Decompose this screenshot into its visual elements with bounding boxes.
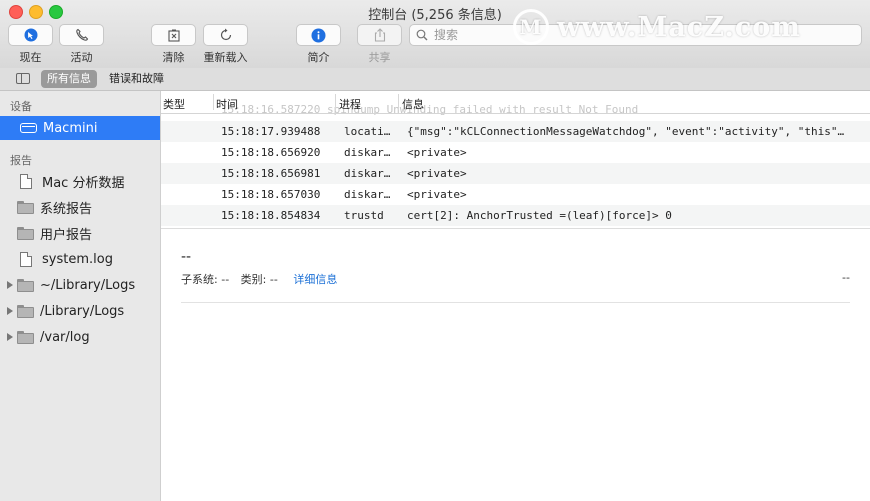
category-label: 类别: bbox=[240, 273, 267, 286]
reload-icon bbox=[220, 28, 231, 41]
document-icon bbox=[20, 251, 32, 267]
now-button[interactable] bbox=[8, 24, 53, 46]
detail-meta: 子系统: -- 类别: -- 详细信息 bbox=[181, 271, 337, 287]
share-button[interactable] bbox=[357, 24, 402, 46]
watermark-text: www.MacZ.com bbox=[557, 11, 801, 43]
filter-bar: 所有信息 错误和故障 bbox=[0, 68, 870, 91]
reload-label: 重新载入 bbox=[203, 51, 248, 64]
reload-button[interactable] bbox=[203, 24, 248, 46]
split-divider[interactable] bbox=[161, 228, 870, 229]
now-toolbar-item: 现在 bbox=[8, 24, 53, 65]
share-icon bbox=[374, 28, 385, 42]
row-time: 15:18:18.854834 bbox=[221, 209, 321, 222]
sidebar-item-system-log[interactable]: system.log bbox=[0, 247, 160, 271]
row-time: 15:18:18.656981 bbox=[221, 167, 321, 180]
sidebar-item-label: system.log bbox=[42, 251, 113, 267]
disclosure-triangle-icon[interactable] bbox=[7, 281, 13, 289]
table-row[interactable]: 15:18:18.657030 diskar… <private> bbox=[161, 184, 870, 205]
sidebar-item-var-log[interactable]: /var/log bbox=[0, 325, 160, 349]
disk-icon bbox=[20, 123, 37, 133]
activity-label: 活动 bbox=[70, 51, 93, 64]
document-icon bbox=[20, 173, 32, 189]
sidebar-item-mac-analytics[interactable]: Mac 分析数据 bbox=[0, 169, 160, 193]
row-message: {"msg":"kCLConnectionMessageWatchdog", "… bbox=[407, 125, 845, 138]
subsystem-value: -- bbox=[221, 273, 230, 286]
sidebar-item-macmini[interactable]: Macmini bbox=[0, 116, 160, 140]
devices-header: 设备 bbox=[10, 100, 32, 113]
folder-icon bbox=[17, 304, 34, 318]
sidebar-item-user-reports[interactable]: 用户报告 bbox=[0, 221, 160, 245]
column-process[interactable]: 进程 bbox=[339, 96, 361, 112]
subsystem-label: 子系统: bbox=[181, 273, 218, 286]
detail-title: -- bbox=[181, 249, 192, 265]
title-bar: 控制台 (5,256 条信息) 现在 活动 清除 重新载入 简介 共享 搜索 M… bbox=[0, 0, 870, 69]
folder-icon bbox=[17, 278, 34, 292]
row-message: <private> bbox=[407, 146, 467, 159]
table-row[interactable]: 15:18:18.656981 diskar… <private> bbox=[161, 163, 870, 184]
column-type[interactable]: 类型 bbox=[163, 96, 185, 112]
sidebar-item-library-logs[interactable]: /Library/Logs bbox=[0, 299, 160, 323]
share-toolbar-item: 共享 bbox=[357, 24, 402, 65]
sidebar-item-label: 系统报告 bbox=[40, 201, 93, 217]
activity-toolbar-item: 活动 bbox=[59, 24, 104, 65]
row-time: 15:18:17.939488 bbox=[221, 125, 321, 138]
disclosure-triangle-icon[interactable] bbox=[7, 333, 13, 341]
clear-button[interactable] bbox=[151, 24, 196, 46]
details-link[interactable]: 详细信息 bbox=[293, 273, 337, 286]
now-icon bbox=[24, 28, 37, 42]
info-toolbar-item: 简介 bbox=[296, 24, 341, 65]
sidebar-toggle-icon[interactable] bbox=[16, 73, 30, 84]
watermark-logo-icon: M bbox=[513, 9, 549, 45]
activity-button[interactable] bbox=[59, 24, 104, 46]
row-time: 15:18:18.657030 bbox=[221, 188, 321, 201]
table-row[interactable]: 15:18:18.656920 diskar… <private> bbox=[161, 142, 870, 163]
sidebar-item-label: 用户报告 bbox=[40, 227, 93, 243]
info-button[interactable] bbox=[296, 24, 341, 46]
reload-toolbar-item: 重新载入 bbox=[203, 24, 248, 65]
table-row[interactable]: 15:18:18.854834 trustd cert[2]: AnchorTr… bbox=[161, 205, 870, 226]
clear-label: 清除 bbox=[162, 51, 185, 64]
detail-divider bbox=[181, 302, 850, 303]
filter-errors-faults[interactable]: 错误和故障 bbox=[103, 70, 170, 88]
info-icon bbox=[311, 28, 326, 42]
row-time: 15:18:18.656920 bbox=[221, 146, 321, 159]
clear-icon bbox=[167, 29, 180, 42]
row-process: locati… bbox=[344, 125, 391, 138]
clear-toolbar-item: 清除 bbox=[151, 24, 196, 65]
folder-icon bbox=[17, 200, 34, 214]
row-message: cert[2]: AnchorTrusted =(leaf)[force]> 0 bbox=[407, 209, 672, 222]
now-label: 现在 bbox=[19, 51, 42, 64]
phone-icon bbox=[75, 28, 88, 41]
filter-all-messages[interactable]: 所有信息 bbox=[41, 70, 97, 88]
column-message[interactable]: 信息 bbox=[402, 96, 424, 112]
sidebar: 设备 Macmini 报告 Mac 分析数据 系统报告 用户报告 system.… bbox=[0, 91, 161, 501]
search-icon bbox=[416, 29, 428, 41]
reports-header: 报告 bbox=[10, 154, 32, 167]
table-row[interactable]: 15:18:17.939488 locati… {"msg":"kCLConne… bbox=[161, 121, 870, 142]
column-header: 类型 时间 进程 信息 bbox=[161, 91, 870, 114]
row-process: diskar… bbox=[344, 167, 391, 180]
info-label: 简介 bbox=[307, 51, 330, 64]
watermark: M www.MacZ.com bbox=[513, 8, 801, 46]
sidebar-item-label: Mac 分析数据 bbox=[42, 175, 125, 191]
folder-icon bbox=[17, 226, 34, 240]
category-value: -- bbox=[269, 273, 278, 286]
disclosure-triangle-icon[interactable] bbox=[7, 307, 13, 315]
row-message: <private> bbox=[407, 188, 467, 201]
sidebar-item-label: Macmini bbox=[43, 120, 98, 136]
log-view: 15:18:16.587220 spindump Unwinding faile… bbox=[161, 91, 870, 501]
sidebar-item-label: /var/log bbox=[40, 329, 90, 345]
row-process: trustd bbox=[344, 209, 384, 222]
row-process: diskar… bbox=[344, 146, 391, 159]
column-time[interactable]: 时间 bbox=[216, 96, 238, 112]
sidebar-item-label: ~/Library/Logs bbox=[40, 277, 136, 293]
share-label: 共享 bbox=[368, 51, 391, 64]
detail-right-value: -- bbox=[842, 271, 850, 284]
folder-icon bbox=[17, 330, 34, 344]
sidebar-item-label: /Library/Logs bbox=[40, 303, 125, 319]
sidebar-item-system-reports[interactable]: 系统报告 bbox=[0, 195, 160, 219]
sidebar-item-user-library-logs[interactable]: ~/Library/Logs bbox=[0, 273, 160, 297]
row-process: diskar… bbox=[344, 188, 391, 201]
row-message: <private> bbox=[407, 167, 467, 180]
